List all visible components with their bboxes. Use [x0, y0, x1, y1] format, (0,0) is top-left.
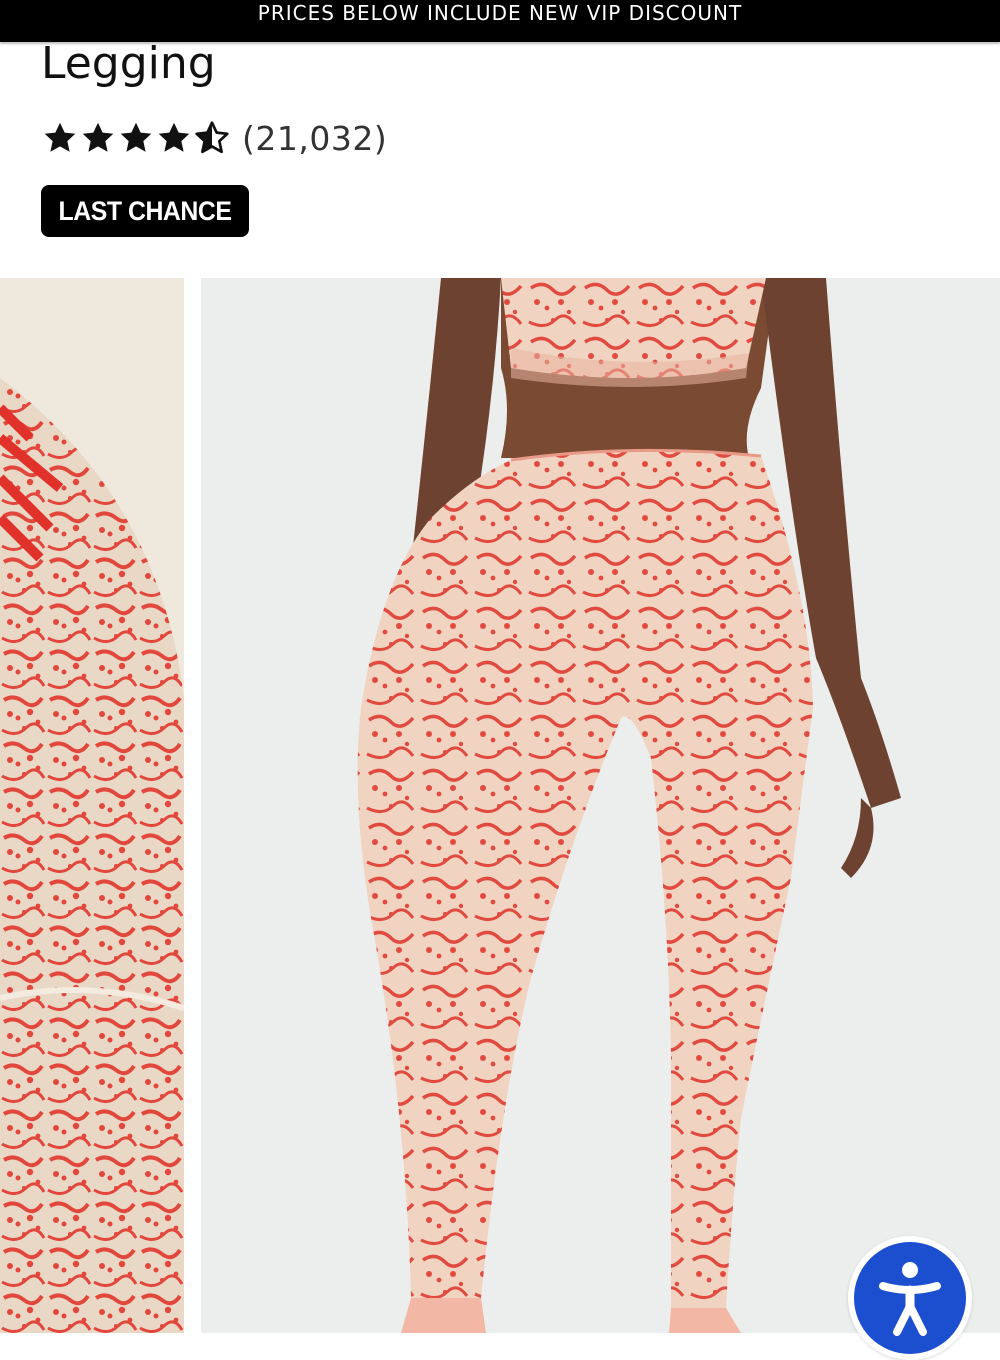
- star-half-icon: [195, 121, 229, 154]
- last-chance-badge: LAST CHANCE: [41, 185, 249, 237]
- product-image-main[interactable]: [201, 278, 1000, 1333]
- promo-banner: PRICES BELOW INCLUDE NEW VIP DISCOUNT: [0, 0, 1000, 42]
- star-icon: [82, 122, 114, 152]
- product-rating[interactable]: (21,032): [42, 118, 387, 158]
- accessibility-icon: [879, 1262, 941, 1336]
- review-count[interactable]: (21,032): [242, 119, 387, 158]
- accessibility-button[interactable]: [848, 1236, 972, 1360]
- promo-text: PRICES BELOW INCLUDE NEW VIP DISCOUNT: [257, 1, 743, 25]
- product-image-gallery[interactable]: [0, 278, 1000, 1333]
- star-icon: [44, 122, 76, 152]
- star-icon: [158, 122, 190, 152]
- badge-label: LAST CHANCE: [58, 195, 232, 226]
- product-title: Legging: [41, 38, 216, 89]
- product-image-detail[interactable]: [0, 278, 184, 1333]
- star-icon: [120, 122, 152, 152]
- star-rating: [42, 120, 230, 156]
- accessibility-icon-background: [854, 1242, 966, 1354]
